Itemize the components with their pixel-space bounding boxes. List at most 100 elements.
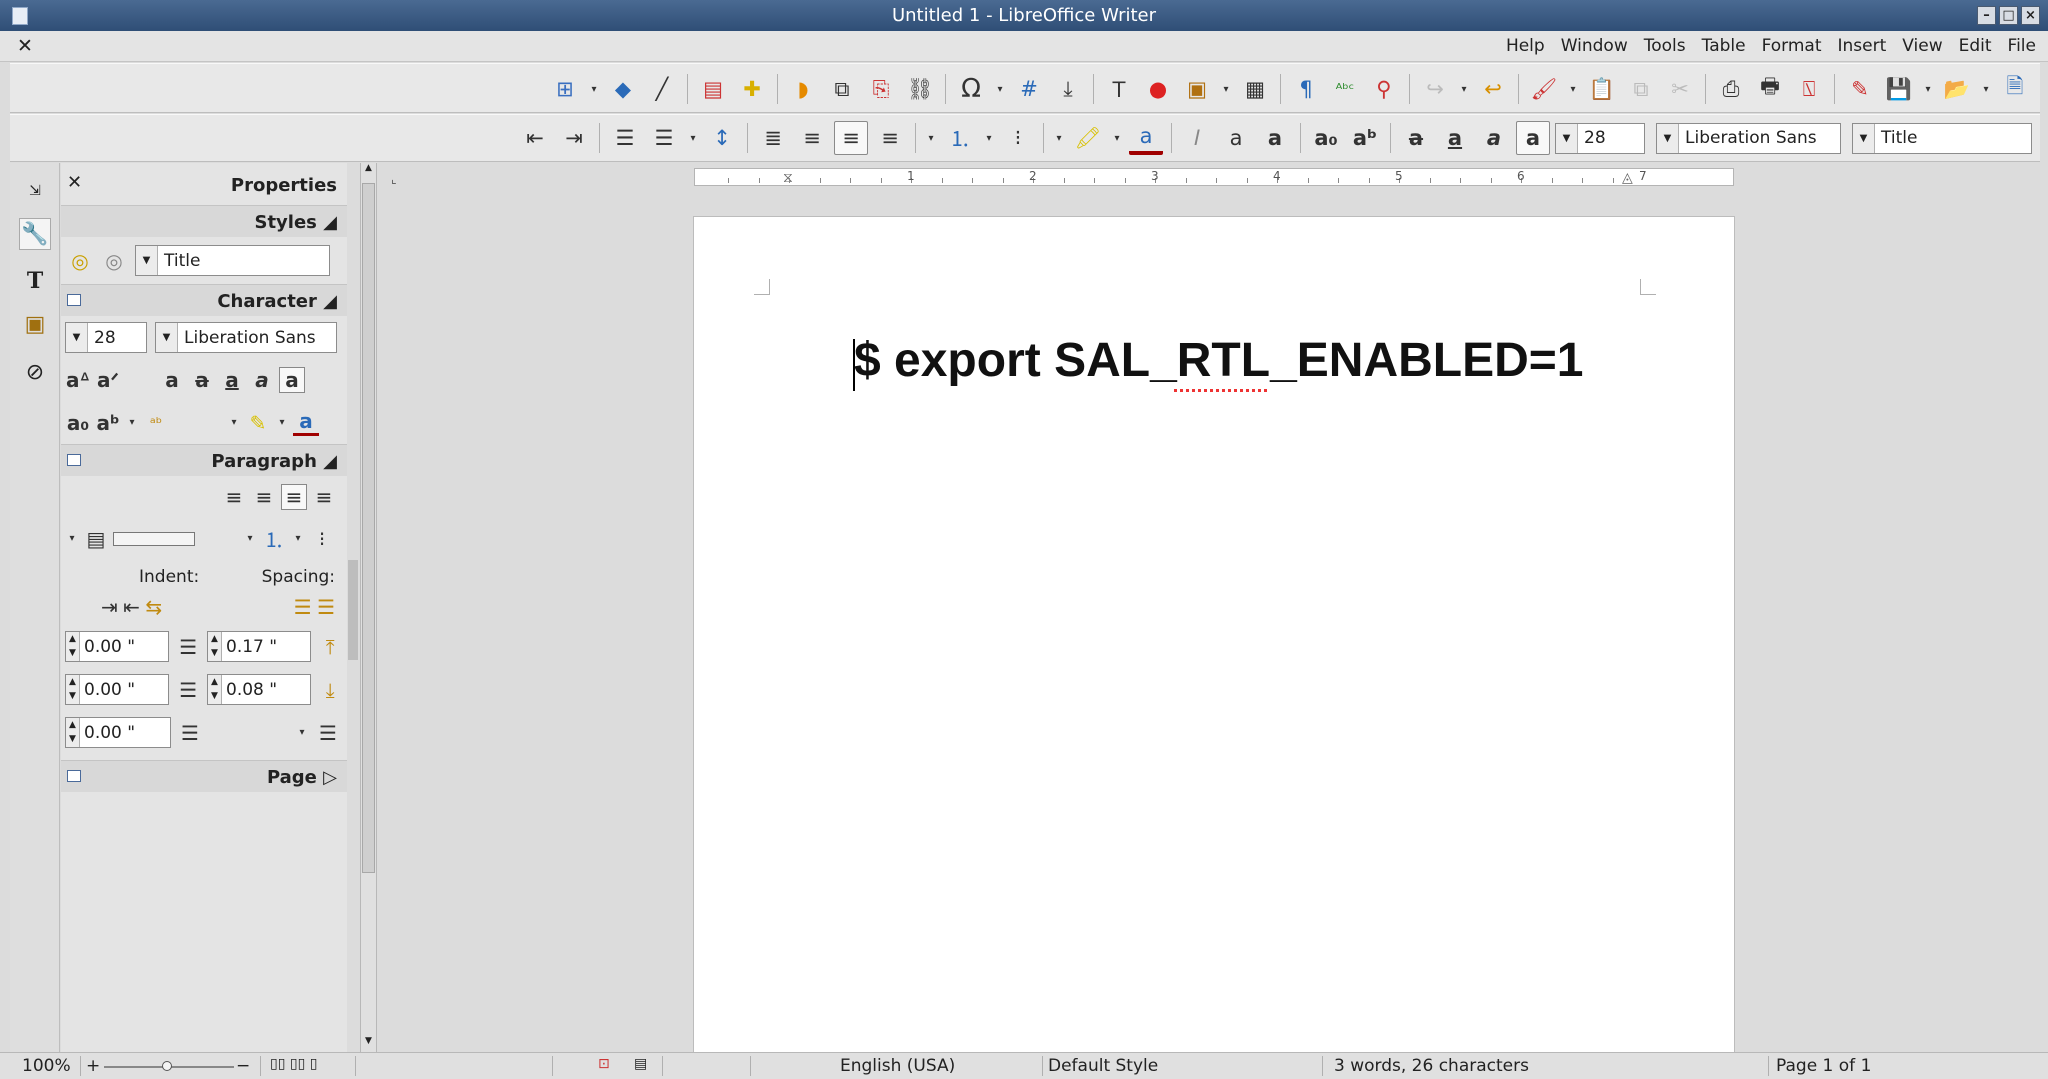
menu-file[interactable]: File — [2000, 36, 2044, 56]
font-color-icon[interactable]: a — [1129, 121, 1163, 155]
chevron-down-icon[interactable]: ▼ — [1556, 123, 1578, 153]
spin-arrows-icon[interactable]: ▲ ▼ — [208, 632, 222, 661]
minimize-button[interactable]: – — [1977, 6, 1996, 25]
chevron-down-icon[interactable]: ▼ — [136, 246, 158, 275]
field-icon[interactable]: # — [1012, 72, 1046, 106]
shrink-font-icon[interactable]: aᐟ — [95, 368, 121, 392]
character-more-options-icon[interactable] — [67, 294, 81, 306]
increase-indent-icon[interactable]: ⇥ — [557, 121, 591, 155]
copy-icon[interactable]: ⧉ — [1624, 72, 1658, 106]
tab-stop-type-icon[interactable]: ⌞ — [391, 172, 397, 186]
sidebar-scrollbar[interactable]: ▲ ▼ — [360, 163, 377, 1052]
strikethrough-icon[interactable]: a — [1399, 121, 1433, 155]
sidebar-font-name-combo[interactable]: ▼ Liberation Sans — [155, 322, 337, 353]
highlighting-icon[interactable]: 🖍 — [1071, 121, 1105, 155]
justify-icon[interactable]: ≡ — [311, 485, 337, 509]
open-icon[interactable]: 📂 — [1940, 72, 1974, 106]
find-replace-icon[interactable]: ⚲ — [1367, 72, 1401, 106]
maximize-button[interactable]: □ — [1999, 6, 2018, 25]
line-spacing-icon[interactable]: ☰ — [315, 721, 341, 745]
redo-icon[interactable]: ↪ — [1418, 72, 1452, 106]
font-name-combo[interactable]: ▼ Liberation Sans — [1656, 122, 1841, 154]
styles-combo[interactable]: ▼ Title — [135, 245, 330, 276]
basic-shapes-icon[interactable]: ◆ — [606, 72, 640, 106]
print-preview-icon[interactable]: ⎙ — [1714, 72, 1748, 106]
paste-icon[interactable]: 📋 — [1585, 72, 1619, 106]
styles-tab-icon[interactable]: T — [19, 265, 51, 297]
undo-icon[interactable]: ↩ — [1476, 72, 1510, 106]
menu-table[interactable]: Table — [1694, 36, 1754, 56]
special-character-dropdown-icon[interactable]: ▾ — [993, 72, 1007, 106]
styles-section-header[interactable]: Styles ◢ — [61, 205, 347, 237]
superscript-icon[interactable]: aᵇ — [95, 411, 121, 435]
menu-edit[interactable]: Edit — [1951, 36, 2000, 56]
formatting-marks-icon[interactable]: ¶ — [1289, 72, 1323, 106]
zoom-level[interactable]: 100% — [22, 1056, 71, 1076]
menu-tools[interactable]: Tools — [1636, 36, 1694, 56]
edit-mode-icon[interactable]: ✎ — [1843, 72, 1877, 106]
bold-icon[interactable]: a — [279, 367, 305, 393]
line-spacing-dropdown-icon[interactable]: ▾ — [295, 727, 309, 738]
scrollbar-thumb[interactable] — [362, 183, 375, 873]
page-break-icon[interactable]: ⤓ — [1051, 72, 1085, 106]
chevron-down-icon[interactable]: ▼ — [66, 323, 88, 352]
track-changes-icon[interactable]: ▤ — [696, 72, 730, 106]
page-more-options-icon[interactable] — [67, 770, 81, 782]
outline-icon[interactable]: a — [1219, 121, 1253, 155]
increase-spacing-icon[interactable]: ☰ — [294, 595, 312, 619]
page-style-status[interactable]: Default Style — [1048, 1056, 1158, 1076]
menu-insert[interactable]: Insert — [1830, 36, 1895, 56]
hyperlink-icon[interactable]: ⛓ — [903, 72, 937, 106]
underline-icon[interactable]: a — [219, 368, 245, 392]
zoom-slider-knob[interactable] — [162, 1061, 172, 1071]
special-character-icon[interactable]: Ω — [954, 72, 988, 106]
italic-icon[interactable]: a — [1477, 121, 1511, 155]
font-size-combo[interactable]: ▼ 28 — [1555, 122, 1645, 154]
strikethrough-icon[interactable]: a — [189, 368, 215, 392]
decrease-spacing-icon[interactable]: ☰ — [317, 595, 335, 619]
subscript-icon[interactable]: a₀ — [1309, 121, 1343, 155]
open-dropdown-icon[interactable]: ▾ — [1921, 72, 1935, 106]
grow-font-icon[interactable]: aᐞ — [65, 368, 91, 392]
align-right-icon[interactable]: ≡ — [251, 485, 277, 509]
background-dropdown-icon[interactable]: ▾ — [65, 533, 79, 544]
navigator-tab-icon[interactable]: ⊘ — [19, 356, 51, 388]
bold-icon[interactable]: a — [1516, 121, 1550, 155]
italic-icon[interactable]: a — [249, 368, 275, 392]
text-box-icon[interactable]: Ｔ — [1102, 72, 1136, 106]
font-color-dropdown-icon[interactable]: ▾ — [1110, 121, 1124, 155]
close-sidebar-icon[interactable]: ✕ — [67, 172, 82, 193]
bullets-dropdown-icon[interactable]: ▾ — [291, 533, 305, 544]
shadow-icon[interactable]: a — [159, 368, 185, 392]
properties-tab-icon[interactable]: 🔧 — [19, 218, 51, 250]
paragraph-more-options-icon[interactable] — [67, 454, 81, 466]
horizontal-ruler[interactable]: ⧖ ◬ 1 2 3 4 5 6 7 — [694, 168, 1734, 186]
underline-icon[interactable]: a — [1438, 121, 1472, 155]
page-number-status[interactable]: Page 1 of 1 — [1776, 1056, 1871, 1076]
align-center-icon[interactable]: ≡ — [834, 121, 868, 155]
zoom-out-button[interactable]: − — [236, 1056, 250, 1076]
spacing-above-field[interactable]: ▲ ▼ 0.17 " — [207, 631, 312, 662]
decrease-indent-icon[interactable]: ⇤ — [518, 121, 552, 155]
decrease-paragraph-spacing-icon[interactable]: ☰ — [608, 121, 642, 155]
footnote-icon[interactable]: ⎘ — [864, 72, 898, 106]
insert-chart-icon[interactable]: ● — [1141, 72, 1175, 106]
first-line-indent-field[interactable]: ▲ ▼ 0.00 " — [65, 717, 171, 748]
numbering-icon[interactable]: ⒈ — [943, 121, 977, 155]
sidebar-splitter[interactable] — [348, 560, 358, 660]
spin-arrows-icon[interactable]: ▲ ▼ — [208, 675, 222, 704]
zoom-slider[interactable] — [104, 1061, 234, 1071]
document-modified-icon[interactable]: ⊡ — [598, 1056, 610, 1072]
shadow-icon[interactable]: a — [1258, 121, 1292, 155]
increase-indent-icon[interactable]: ⇥ — [101, 595, 118, 619]
superscript-icon[interactable]: aᵇ — [1348, 121, 1382, 155]
clear-formatting-icon[interactable]: 𝐼 — [1180, 121, 1214, 155]
align-left-icon[interactable]: ≡ — [221, 485, 247, 509]
numbering-dropdown-icon[interactable]: ▾ — [243, 533, 257, 544]
insert-table-icon[interactable]: ▦ — [1238, 72, 1272, 106]
spacing-below-field[interactable]: ▲ ▼ 0.08 " — [207, 674, 312, 705]
close-window-button[interactable]: × — [2021, 6, 2040, 25]
shapes-icon[interactable]: ⊞ — [548, 72, 582, 106]
font-color-dropdown-icon[interactable]: ▾ — [275, 417, 289, 428]
shapes-dropdown-icon[interactable]: ▾ — [587, 72, 601, 106]
